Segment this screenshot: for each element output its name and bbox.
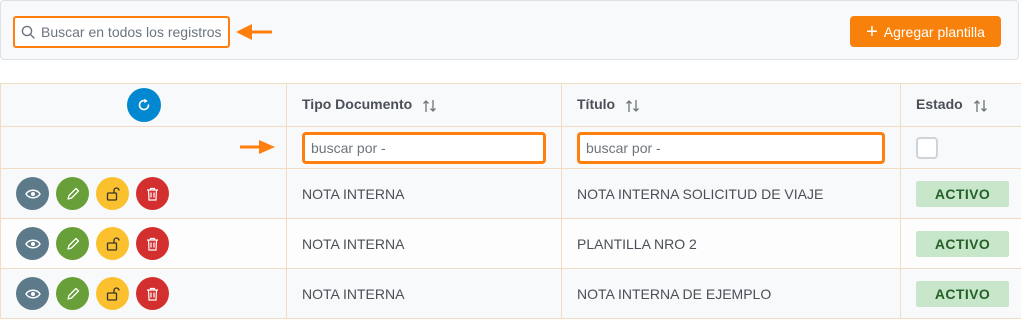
add-template-label: Agregar plantilla: [884, 24, 985, 40]
pencil-icon: [66, 237, 80, 251]
tipo-documento-header-label: Tipo Documento: [302, 96, 412, 112]
estado-cell: ACTIVO: [901, 219, 1021, 269]
tipo-documento-cell: NOTA INTERNA: [287, 269, 562, 319]
estado-cell: ACTIVO: [901, 269, 1021, 319]
titulo-cell: NOTA INTERNA SOLICITUD DE VIAJE: [562, 169, 901, 219]
unlock-icon: [106, 186, 120, 201]
global-search-input[interactable]: [41, 24, 226, 40]
status-badge: ACTIVO: [916, 281, 1009, 307]
arrow-right-icon: [240, 139, 276, 155]
eye-icon: [25, 238, 41, 250]
refresh-icon: [136, 97, 152, 113]
estado-cell: ACTIVO: [901, 169, 1021, 219]
titulo-cell: NOTA INTERNA DE EJEMPLO: [562, 269, 901, 319]
tipo-documento-header[interactable]: Tipo Documento: [287, 84, 562, 127]
sort-icon[interactable]: [625, 98, 641, 114]
edit-button[interactable]: [56, 227, 89, 260]
global-search[interactable]: [13, 16, 230, 48]
eye-icon: [25, 288, 41, 300]
view-button[interactable]: [16, 277, 49, 310]
plus-icon: +: [866, 25, 878, 39]
table-row: NOTA INTERNA NOTA INTERNA SOLICITUD DE V…: [1, 169, 1021, 219]
titulo-header[interactable]: Título: [562, 84, 901, 127]
eye-icon: [25, 188, 41, 200]
filter-row: [1, 127, 1021, 169]
row-actions: [1, 269, 287, 319]
templates-table: Tipo Documento Título Estado: [0, 83, 1021, 319]
pencil-icon: [66, 187, 80, 201]
status-badge: ACTIVO: [916, 181, 1009, 207]
status-badge: ACTIVO: [916, 231, 1009, 257]
titulo-cell: PLANTILLA NRO 2: [562, 219, 901, 269]
delete-button[interactable]: [136, 227, 169, 260]
edit-button[interactable]: [56, 177, 89, 210]
table-header-row: Tipo Documento Título Estado: [1, 84, 1021, 127]
row-actions: [1, 169, 287, 219]
filter-cell-estado: [901, 127, 1021, 169]
table-row: NOTA INTERNA NOTA INTERNA DE EJEMPLO ACT…: [1, 269, 1021, 319]
estado-header-label: Estado: [916, 96, 963, 112]
arrow-left-icon: [235, 23, 273, 41]
delete-button[interactable]: [136, 177, 169, 210]
filter-cell-actions: [1, 127, 287, 169]
estado-filter-checkbox[interactable]: [916, 137, 938, 159]
titulo-filter-input[interactable]: [577, 132, 885, 164]
search-icon: [15, 25, 41, 39]
trash-icon: [146, 287, 159, 301]
unlock-button[interactable]: [96, 227, 129, 260]
filter-cell-tipo: [287, 127, 562, 169]
trash-icon: [146, 187, 159, 201]
trash-icon: [146, 237, 159, 251]
row-actions: [1, 219, 287, 269]
toolbar: + Agregar plantilla: [0, 0, 1019, 60]
sort-icon[interactable]: [422, 98, 438, 114]
view-button[interactable]: [16, 177, 49, 210]
pencil-icon: [66, 287, 80, 301]
tipo-documento-filter-input[interactable]: [302, 132, 546, 164]
refresh-button[interactable]: [127, 88, 161, 122]
edit-button[interactable]: [56, 277, 89, 310]
filter-cell-titulo: [562, 127, 901, 169]
unlock-button[interactable]: [96, 277, 129, 310]
sort-icon[interactable]: [973, 98, 989, 114]
unlock-icon: [106, 286, 120, 301]
actions-header: [1, 84, 287, 127]
delete-button[interactable]: [136, 277, 169, 310]
unlock-button[interactable]: [96, 177, 129, 210]
unlock-icon: [106, 236, 120, 251]
view-button[interactable]: [16, 227, 49, 260]
tipo-documento-cell: NOTA INTERNA: [287, 169, 562, 219]
estado-header[interactable]: Estado: [901, 84, 1021, 127]
add-template-button[interactable]: + Agregar plantilla: [850, 16, 1001, 47]
table-row: NOTA INTERNA PLANTILLA NRO 2 ACTIVO: [1, 219, 1021, 269]
tipo-documento-cell: NOTA INTERNA: [287, 219, 562, 269]
titulo-header-label: Título: [577, 96, 615, 112]
